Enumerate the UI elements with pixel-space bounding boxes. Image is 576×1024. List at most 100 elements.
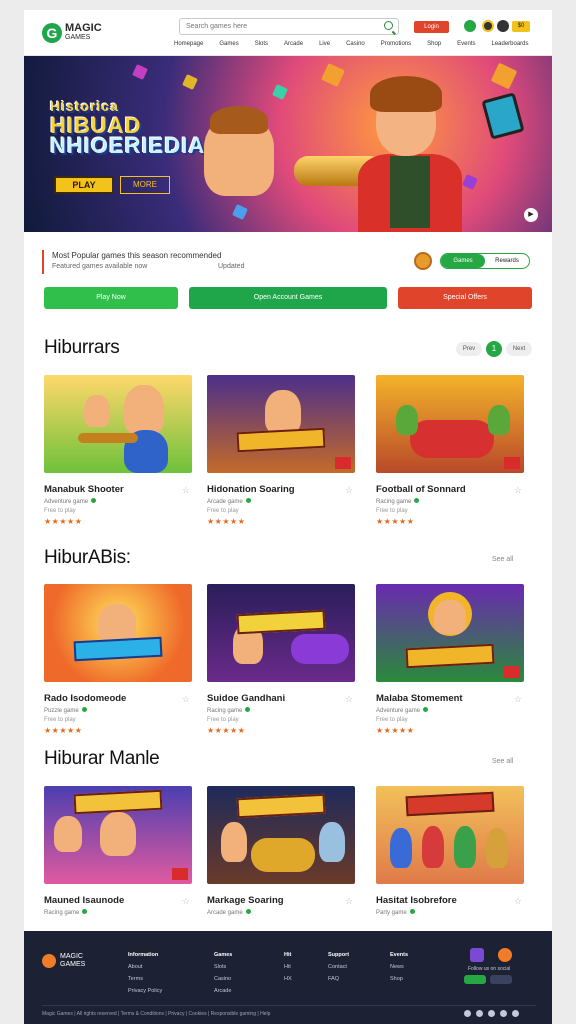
- toggle-rewards[interactable]: Rewards: [485, 254, 529, 268]
- instagram-icon[interactable]: [476, 1010, 483, 1017]
- special-offers-button[interactable]: Special Offers: [398, 287, 532, 309]
- nav-item-homepage[interactable]: Homepage: [174, 41, 203, 47]
- play-store-badge[interactable]: [490, 975, 512, 984]
- nav-item-events[interactable]: Events: [457, 41, 475, 47]
- favorite-star-icon[interactable]: ☆: [345, 896, 353, 907]
- footer-link[interactable]: Arcade: [214, 985, 232, 997]
- footer-link[interactable]: Terms: [128, 973, 162, 985]
- footer-link[interactable]: Casino: [214, 973, 232, 985]
- favorite-star-icon[interactable]: ☆: [182, 485, 190, 496]
- footer-link[interactable]: HX: [284, 973, 292, 985]
- user-icon[interactable]: [482, 20, 494, 32]
- play-icon[interactable]: ▶: [524, 208, 538, 222]
- game-title[interactable]: Football of Sonnard: [376, 484, 524, 495]
- game-thumbnail[interactable]: [44, 786, 192, 884]
- nav-item-slots[interactable]: Slots: [255, 41, 268, 47]
- favorite-star-icon[interactable]: ☆: [514, 485, 522, 496]
- shield-icon[interactable]: [464, 20, 476, 32]
- game-card[interactable]: Hidonation Soaring ☆ Arcade game Free to…: [207, 375, 355, 526]
- new-tag: [504, 666, 520, 678]
- see-all-link[interactable]: See all: [492, 758, 513, 765]
- discord-icon[interactable]: [512, 1010, 519, 1017]
- social-twitch-icon[interactable]: [470, 948, 484, 962]
- hero-banner[interactable]: Historica HIBUAD NHIOERIEDIAN PLAY MORE …: [24, 56, 552, 232]
- pager-prev-button[interactable]: Prev: [456, 342, 482, 356]
- favorite-star-icon[interactable]: ☆: [345, 694, 353, 705]
- youtube-icon[interactable]: [500, 1010, 507, 1017]
- game-card[interactable]: Suidoe Gandhani ☆ Racing game Free to pl…: [207, 584, 355, 735]
- favorite-star-icon[interactable]: ☆: [182, 694, 190, 705]
- nav-item-leaderboards[interactable]: Leaderboards: [491, 41, 528, 47]
- game-thumbnail[interactable]: [44, 584, 192, 682]
- footer-link[interactable]: Slots: [214, 961, 232, 973]
- game-thumbnail[interactable]: [207, 375, 355, 473]
- game-card[interactable]: Manabuk Shooter ☆ Adventure game Free to…: [44, 375, 192, 526]
- game-title[interactable]: Mauned Isaunode: [44, 895, 192, 906]
- search-icon[interactable]: [384, 21, 393, 30]
- balance-badge[interactable]: $0: [512, 21, 530, 32]
- game-title[interactable]: Hidonation Soaring: [207, 484, 355, 495]
- twitter-icon[interactable]: [488, 1010, 495, 1017]
- search-input[interactable]: Search games here: [179, 18, 399, 35]
- favorite-star-icon[interactable]: ☆: [514, 896, 522, 907]
- footer-link[interactable]: News: [390, 961, 408, 973]
- game-title[interactable]: Malaba Stomement: [376, 693, 524, 704]
- social-feed-icon[interactable]: [498, 948, 512, 962]
- nav-item-casino[interactable]: Casino: [346, 41, 365, 47]
- nav-item-shop[interactable]: Shop: [427, 41, 441, 47]
- hero-more-chip[interactable]: MORE: [120, 176, 170, 194]
- login-button[interactable]: Login: [414, 21, 449, 33]
- footer-heading: Information: [128, 952, 159, 958]
- nav-item-live[interactable]: Live: [319, 41, 330, 47]
- footer-logo[interactable]: MAGIC GAMES: [42, 953, 85, 969]
- nav-item-promotions[interactable]: Promotions: [381, 41, 411, 47]
- app-store-badge[interactable]: [464, 975, 486, 984]
- new-tag: [335, 457, 351, 469]
- game-thumbnail[interactable]: [376, 584, 524, 682]
- game-card[interactable]: Hasitat Isobrefore ☆ Party game: [376, 786, 524, 916]
- favorite-star-icon[interactable]: ☆: [514, 694, 522, 705]
- hero-man-character: [354, 76, 464, 232]
- mode-toggle[interactable]: Games Rewards: [440, 253, 530, 269]
- game-thumbnail[interactable]: [207, 584, 355, 682]
- game-title[interactable]: Hasitat Isobrefore: [376, 895, 524, 906]
- game-card[interactable]: Malaba Stomement ☆ Adventure game Free t…: [376, 584, 524, 735]
- thumb-bg: [44, 375, 192, 473]
- game-title[interactable]: Rado Isodomeode: [44, 693, 192, 704]
- game-genre: Puzzle game: [44, 707, 192, 714]
- footer-link[interactable]: Hit: [284, 961, 292, 973]
- main-nav: Homepage Games Slots Arcade Live Casino …: [174, 41, 545, 47]
- hero-play-chip[interactable]: PLAY: [54, 176, 114, 194]
- game-thumbnail[interactable]: [376, 375, 524, 473]
- open-account-button[interactable]: Open Account Games: [189, 287, 387, 309]
- footer-link[interactable]: Contact: [328, 961, 349, 973]
- nav-item-games[interactable]: Games: [219, 41, 238, 47]
- nav-item-arcade[interactable]: Arcade: [284, 41, 303, 47]
- play-now-button[interactable]: Play Now: [44, 287, 178, 309]
- footer-link[interactable]: Privacy Policy: [128, 985, 162, 997]
- game-thumbnail[interactable]: [376, 786, 524, 884]
- game-thumbnail[interactable]: [44, 375, 192, 473]
- favorite-star-icon[interactable]: ☆: [182, 896, 190, 907]
- toggle-games[interactable]: Games: [441, 254, 485, 268]
- online-dot-icon: [245, 909, 251, 914]
- pager-current[interactable]: 1: [486, 341, 502, 357]
- favorite-star-icon[interactable]: ☆: [345, 485, 353, 496]
- game-thumbnail[interactable]: [207, 786, 355, 884]
- footer-link[interactable]: Shop: [390, 973, 408, 985]
- see-all-link[interactable]: See all: [492, 556, 513, 563]
- facebook-icon[interactable]: [464, 1010, 471, 1017]
- game-title[interactable]: Suidoe Gandhani: [207, 693, 355, 704]
- account-icon[interactable]: [497, 20, 509, 32]
- game-card[interactable]: Mauned Isaunode ☆ Racing game: [44, 786, 192, 916]
- game-title[interactable]: Manabuk Shooter: [44, 484, 192, 495]
- footer-link[interactable]: FAQ: [328, 973, 349, 985]
- game-card[interactable]: Markage Soaring ☆ Arcade game: [207, 786, 355, 916]
- logo[interactable]: G MAGIC GAMES: [42, 22, 152, 43]
- game-price: Free to play: [207, 508, 239, 514]
- footer-link[interactable]: About: [128, 961, 162, 973]
- game-card[interactable]: Rado Isodomeode ☆ Puzzle game Free to pl…: [44, 584, 192, 735]
- game-card[interactable]: Football of Sonnard ☆ Racing game Free t…: [376, 375, 524, 526]
- game-title[interactable]: Markage Soaring: [207, 895, 355, 906]
- pager-next-button[interactable]: Next: [506, 342, 532, 356]
